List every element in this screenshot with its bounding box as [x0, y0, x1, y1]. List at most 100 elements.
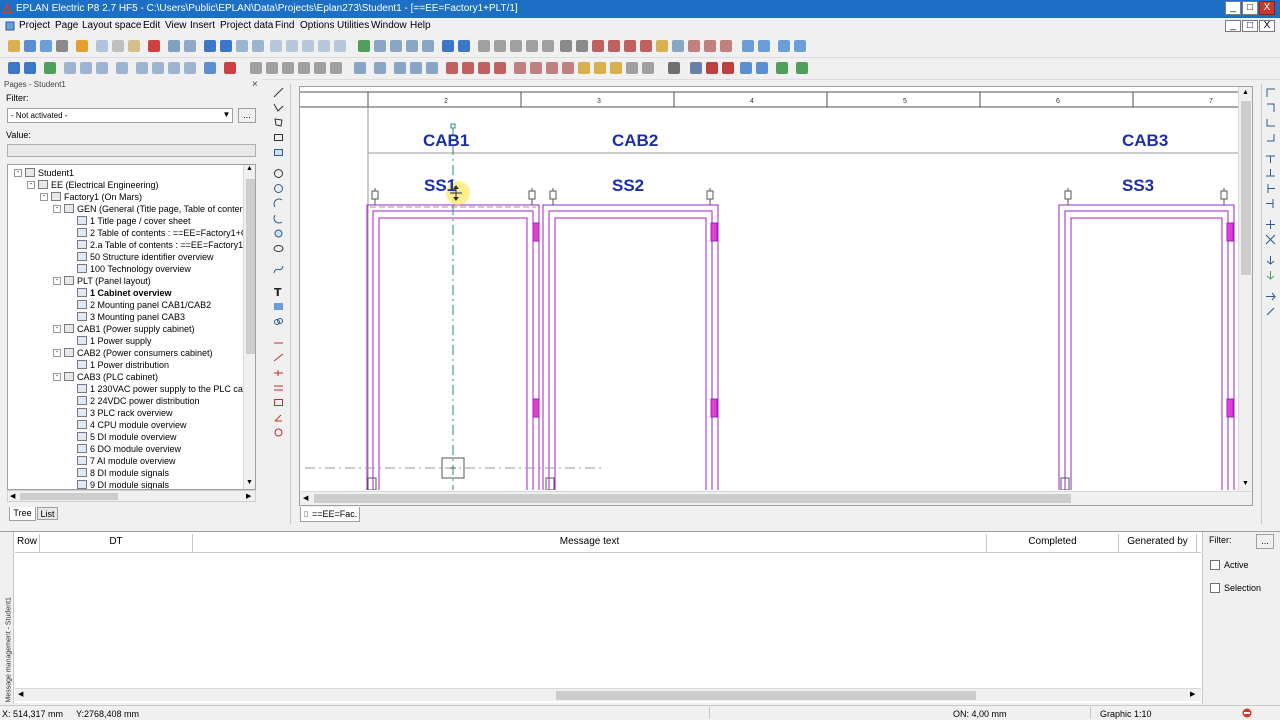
doc-close-button[interactable]: X	[1259, 20, 1275, 32]
grid-b-icon[interactable]	[494, 40, 506, 52]
close-panel-icon[interactable]: ×	[252, 79, 258, 90]
layout-a-icon[interactable]	[250, 62, 262, 74]
refresh-icon[interactable]	[358, 40, 370, 52]
canvas-hscrollbar[interactable]: ◀	[300, 491, 1252, 505]
snap-icon[interactable]	[560, 40, 572, 52]
scroll-right-icon[interactable]: ▶	[246, 492, 251, 500]
polygon-icon[interactable]	[273, 117, 284, 128]
align-icon[interactable]	[668, 62, 680, 74]
branch-b-icon[interactable]	[1265, 234, 1276, 245]
tree-scrollbar[interactable]: ▲ ▼	[243, 165, 255, 489]
dimension-linear-icon[interactable]	[273, 337, 284, 348]
canvas-scroll-up-icon[interactable]: ▲	[1242, 89, 1249, 96]
zoom-icon[interactable]	[374, 40, 386, 52]
doc-minimize-button[interactable]: _	[1225, 20, 1241, 32]
grid-c-icon[interactable]	[510, 40, 522, 52]
tree-item[interactable]: 50 Structure identifier overview	[77, 251, 214, 263]
tree-toggle-icon[interactable]: -	[40, 193, 48, 201]
device-nav-icon[interactable]	[64, 62, 76, 74]
tree-item[interactable]: 2.a Table of contents : ==EE=Factory1+	[77, 239, 248, 251]
zoom-all-icon[interactable]	[422, 40, 434, 52]
mount-d-icon[interactable]	[494, 62, 506, 74]
tree-item[interactable]: - EE (Electrical Engineering)	[27, 179, 159, 191]
numbering-icon[interactable]	[640, 40, 652, 52]
check-icon[interactable]	[224, 62, 236, 74]
new-project-icon[interactable]	[8, 40, 20, 52]
delete-icon[interactable]	[148, 40, 160, 52]
minimize-button[interactable]: _	[1225, 1, 1241, 15]
tree-hscroll-thumb[interactable]	[20, 493, 118, 500]
branch-a-icon[interactable]	[1265, 219, 1276, 230]
page-icon[interactable]	[318, 40, 330, 52]
tree-item[interactable]: 6 DO module overview	[77, 443, 181, 455]
jump-icon[interactable]	[1265, 291, 1276, 302]
format-icon[interactable]	[184, 40, 196, 52]
mount-e-icon[interactable]	[514, 62, 526, 74]
mount-b-icon[interactable]	[462, 62, 474, 74]
tree-item[interactable]: - GEN (General (Title page, Table of cont…	[53, 203, 252, 215]
increment-icon[interactable]	[624, 40, 636, 52]
scroll-up-icon[interactable]: ▲	[246, 165, 253, 172]
print-icon[interactable]	[56, 40, 68, 52]
mount-g-icon[interactable]	[546, 62, 558, 74]
dimension-icon[interactable]	[776, 62, 788, 74]
circle-3pt-icon[interactable]	[273, 183, 284, 194]
canvas-vscroll-thumb[interactable]	[1241, 101, 1251, 275]
menu-options[interactable]: Options	[300, 20, 334, 31]
menu-utilities[interactable]: Utilities	[337, 20, 369, 31]
message-hscrollbar[interactable]: ◀ ▶	[15, 688, 1201, 701]
polyline-icon[interactable]	[273, 102, 284, 113]
mount-h-icon[interactable]	[562, 62, 574, 74]
tree-item[interactable]: - CAB3 (PLC cabinet)	[53, 371, 158, 383]
layout-d-icon[interactable]	[298, 62, 310, 74]
dimension-aligned-icon[interactable]	[273, 352, 284, 363]
tool-icon[interactable]	[76, 40, 88, 52]
duct-icon[interactable]	[706, 62, 718, 74]
cursor-icon[interactable]	[740, 62, 752, 74]
grid-a-icon[interactable]	[478, 40, 490, 52]
tree-item[interactable]: 5 DI module overview	[77, 431, 177, 443]
tree-item[interactable]: 1 Title page / cover sheet	[77, 215, 191, 227]
rect-filled-icon[interactable]	[273, 147, 284, 158]
tree-hscrollbar[interactable]: ◀ ▶	[7, 490, 256, 502]
view-a-icon[interactable]	[354, 62, 366, 74]
hyperlink-icon[interactable]	[273, 316, 284, 327]
scroll-down-icon[interactable]: ▼	[246, 479, 253, 486]
image-icon[interactable]	[273, 301, 284, 312]
cabinet-cab2[interactable]	[542, 188, 719, 490]
redo-icon[interactable]	[220, 40, 232, 52]
fit-icon[interactable]	[758, 40, 770, 52]
ss1-label[interactable]: SS1	[424, 176, 456, 195]
arc-icon[interactable]	[273, 198, 284, 209]
tree-toggle-icon[interactable]: -	[53, 373, 61, 381]
canvas-scroll-down-icon[interactable]: ▼	[1242, 480, 1249, 487]
hatch-icon[interactable]	[626, 62, 638, 74]
line-icon[interactable]	[273, 87, 284, 98]
tee-b-icon[interactable]	[1265, 168, 1276, 179]
msg-scroll-left-icon[interactable]: ◀	[18, 690, 23, 698]
tab-list[interactable]: List	[37, 507, 58, 520]
mount-f-icon[interactable]	[530, 62, 542, 74]
mount-k-icon[interactable]	[610, 62, 622, 74]
layout-icon[interactable]	[334, 40, 346, 52]
menu-project-data[interactable]: Project data	[220, 20, 273, 31]
close-button[interactable]: X	[1259, 1, 1275, 15]
cart-icon[interactable]	[778, 40, 790, 52]
menu-edit[interactable]: Edit	[143, 20, 160, 31]
properties-icon[interactable]	[168, 40, 180, 52]
col-generated-by[interactable]: Generated by	[1119, 534, 1197, 552]
tree-item[interactable]: 1 Power distribution	[77, 359, 169, 371]
arrow-down-b-icon[interactable]	[1265, 270, 1276, 281]
tree-item[interactable]: 9 DI module signals	[77, 479, 169, 489]
tree-item[interactable]: 2 Table of contents : ==EE=Factory1+GI	[77, 227, 250, 239]
tree-item[interactable]: 1 230VAC power supply to the PLC cabin	[77, 383, 255, 395]
undo-icon[interactable]	[204, 40, 216, 52]
menu-project[interactable]: Project	[19, 20, 50, 31]
cable-nav-icon[interactable]	[116, 62, 128, 74]
canvas-vscrollbar[interactable]: ▲ ▼	[1238, 87, 1252, 491]
corner-tr-icon[interactable]	[1265, 102, 1276, 113]
selection-checkbox[interactable]	[1210, 583, 1220, 593]
undo-list-icon[interactable]	[236, 40, 248, 52]
msg-hscroll-thumb[interactable]	[556, 691, 976, 700]
tree-toggle-icon[interactable]: -	[53, 205, 61, 213]
